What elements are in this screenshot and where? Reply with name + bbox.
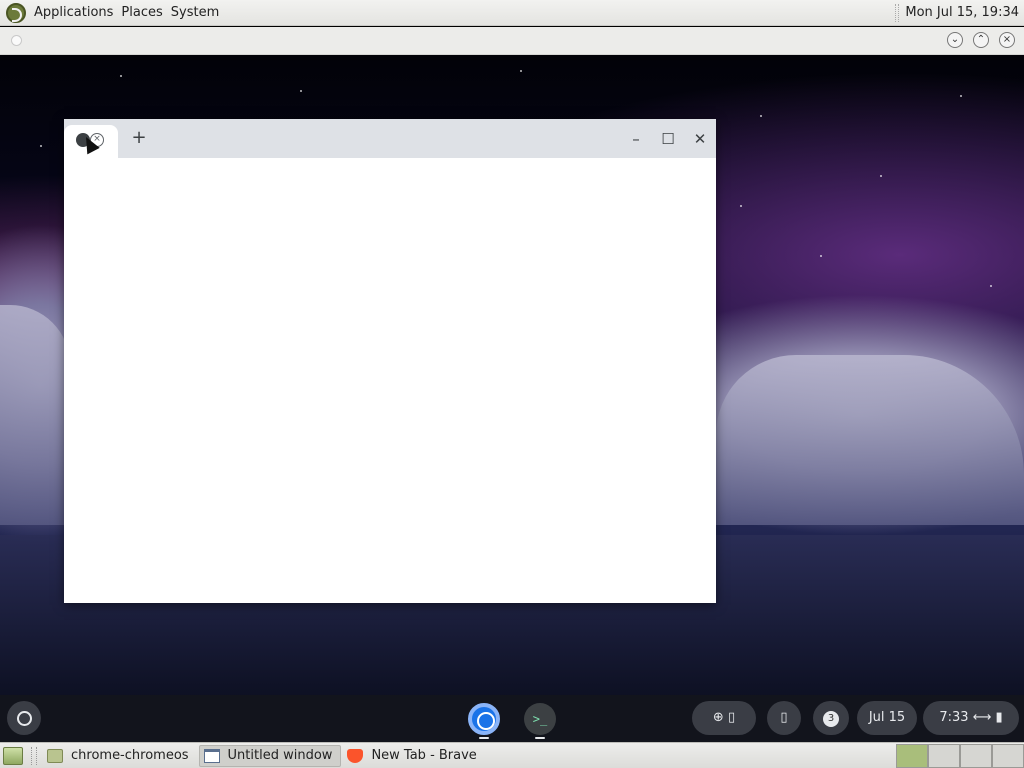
- wallpaper-rock-left: [0, 305, 70, 525]
- notification-counter[interactable]: 3: [813, 701, 849, 735]
- notification-badge: 3: [823, 711, 839, 727]
- chrome-titlebar[interactable]: × + – ☐ ✕: [64, 119, 716, 158]
- chrome-window: × + – ☐ ✕: [64, 119, 716, 603]
- host-minimize-button[interactable]: ⌄: [947, 32, 963, 48]
- star: [820, 255, 822, 257]
- phone-icon: ▯: [780, 710, 788, 725]
- browser-content-area[interactable]: [64, 158, 716, 603]
- workspace-3[interactable]: [960, 743, 992, 768]
- task-new-tab-brave[interactable]: New Tab - Brave: [343, 745, 484, 767]
- network-icon: ⟷: [972, 710, 992, 725]
- show-desktop-icon[interactable]: [3, 746, 23, 765]
- maximize-button[interactable]: ☐: [657, 128, 679, 150]
- workspace-4[interactable]: [992, 743, 1024, 768]
- top-panel: Applications Places System Mon Jul 15, 1…: [0, 0, 1024, 26]
- task-label: chrome-chromeos: [71, 748, 189, 763]
- chrome-app-icon[interactable]: [468, 703, 500, 735]
- star: [760, 115, 762, 117]
- date-tray[interactable]: Jul 15: [857, 701, 917, 735]
- task-chrome-chromeos[interactable]: chrome-chromeos: [43, 745, 197, 767]
- menu-applications[interactable]: Applications: [30, 5, 117, 20]
- folder-icon: [47, 748, 63, 763]
- menu-places[interactable]: Places: [117, 5, 166, 20]
- panel-clock[interactable]: Mon Jul 15, 19:34: [905, 5, 1019, 20]
- new-tab-button[interactable]: +: [128, 128, 150, 150]
- workspace-2[interactable]: [928, 743, 960, 768]
- star: [880, 175, 882, 177]
- terminal-app-icon[interactable]: >_: [524, 703, 556, 735]
- host-window-titlebar: ⌄ ⌃ ×: [0, 27, 1024, 55]
- panel-separator: [895, 3, 900, 22]
- star: [40, 145, 42, 147]
- shelf-time: 7:33: [939, 710, 969, 725]
- close-button[interactable]: ✕: [689, 128, 711, 150]
- host-taskbar: chrome-chromeos Untitled window New Tab …: [0, 742, 1024, 768]
- chrome-running-indicator: [479, 737, 489, 739]
- task-label: Untitled window: [227, 748, 333, 763]
- minimize-button[interactable]: –: [625, 128, 647, 150]
- task-untitled-window[interactable]: Untitled window: [198, 744, 342, 767]
- star: [740, 205, 742, 207]
- host-close-button[interactable]: ×: [999, 32, 1015, 48]
- brave-icon: [347, 748, 364, 763]
- window-icon: [203, 748, 220, 763]
- status-area[interactable]: 7:33 ⟷ ▮: [923, 701, 1019, 735]
- star: [520, 70, 522, 72]
- star: [120, 75, 122, 77]
- window-menu-icon[interactable]: [11, 35, 22, 46]
- task-label: New Tab - Brave: [371, 748, 477, 763]
- battery-icon: ▮: [995, 710, 1003, 725]
- star: [300, 90, 302, 92]
- wallpaper-rock-right: [716, 355, 1024, 525]
- star: [960, 95, 962, 97]
- star: [990, 285, 992, 287]
- holding-space-tray[interactable]: ⊕ ▯: [692, 701, 756, 735]
- workspace-1[interactable]: [896, 743, 928, 768]
- phone-hub-button[interactable]: ▯: [767, 701, 801, 735]
- launcher-button[interactable]: [7, 701, 41, 735]
- file-icon: ▯: [727, 710, 736, 725]
- download-icon: ⊕: [712, 710, 724, 725]
- chromeos-shelf: >_ ⊕ ▯ ▯ 3 Jul 15 7:33 ⟷ ▮: [0, 695, 1024, 742]
- menu-system[interactable]: System: [167, 5, 223, 20]
- terminal-running-indicator: [535, 737, 545, 739]
- host-maximize-button[interactable]: ⌃: [973, 32, 989, 48]
- taskbar-grip: [31, 746, 37, 765]
- distro-logo-icon[interactable]: [6, 2, 26, 23]
